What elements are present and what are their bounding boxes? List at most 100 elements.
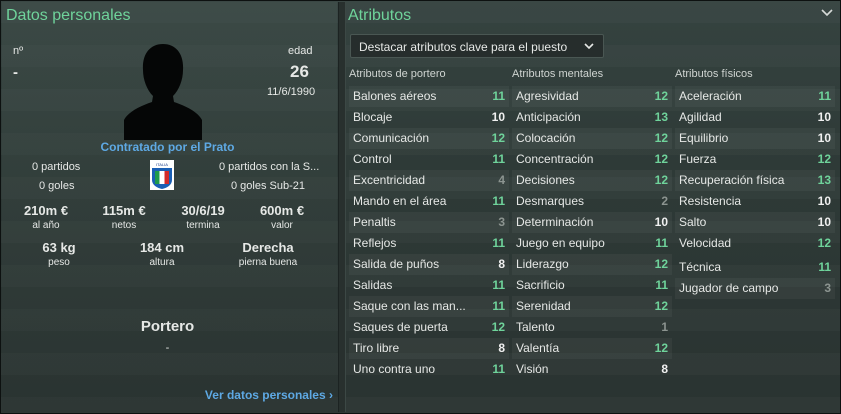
attribute-value: 12 [491,320,505,334]
attribute-value: 12 [654,152,668,166]
attribute-row[interactable]: Tiro libre 8 [349,338,509,359]
attribute-row[interactable]: Control 11 [349,149,509,170]
attribute-value: 12 [654,173,668,187]
attribute-value: 11 [492,236,505,250]
contract-link[interactable]: Contratado por el Prato [0,140,335,154]
attribute-name: Mando en el área [353,194,447,208]
attribute-row[interactable]: Liderazgo 12 [512,254,672,275]
net-salary-stat: 115m € netos [102,203,146,231]
age-value: 26 [290,62,309,81]
player-position: Portero [140,318,195,335]
attribute-row[interactable]: Colocación 12 [512,128,672,149]
chevron-down-icon [584,43,594,50]
attribute-name: Salto [679,215,707,229]
attribute-value: 4 [498,173,505,187]
attribute-row[interactable]: Agresividad 12 [512,86,672,107]
attribute-row[interactable]: Serenidad 12 [512,296,672,317]
attribute-row[interactable]: Penaltis 3 [349,212,509,233]
attribute-name: Agilidad [679,110,722,124]
attribute-row[interactable]: Recuperación física 13 [675,170,835,191]
attribute-row[interactable]: Desmarques 2 [512,191,672,212]
attribute-value: 11 [492,278,505,292]
attribute-row[interactable]: Decisiones 12 [512,170,672,191]
attribute-name: Juego en equipo [516,236,605,250]
highlight-attributes-dropdown[interactable]: Destacar atributos clave para el puesto [350,34,604,58]
attribute-row[interactable]: Aceleración 11 [675,86,835,107]
attribute-row[interactable]: Visión 8 [512,359,672,380]
attribute-value: 11 [818,260,831,274]
attribute-value: 11 [492,194,505,208]
attribute-value: 12 [654,131,668,145]
attribute-row[interactable]: Reflejos 11 [349,233,509,254]
attribute-row[interactable]: Técnica 11 [675,257,835,278]
attribute-name: Anticipación [516,110,581,124]
attribute-name: Aceleración [679,89,742,103]
attribute-row[interactable]: Anticipación 13 [512,107,672,128]
attribute-value: 13 [817,173,831,187]
collapse-chevron-icon[interactable] [821,8,833,18]
position-subtitle: - [165,342,170,354]
attribute-name: Técnica [679,260,722,274]
attribute-row[interactable]: Uno contra uno 11 [349,359,509,380]
attribute-row[interactable]: Saque con las man... 11 [349,296,509,317]
number-value: - [13,64,18,81]
attribute-value: 10 [817,215,831,229]
attribute-row[interactable]: Salidas 11 [349,275,509,296]
attribute-row[interactable]: Valentía 12 [512,338,672,359]
attribute-row[interactable]: Juego en equipo 11 [512,233,672,254]
view-personal-data-link[interactable]: Ver datos personales › [205,388,333,402]
panel-divider [338,2,346,412]
attribute-value: 10 [491,110,505,124]
personal-data-title: Datos personales [6,7,131,24]
attribute-name: Visión [516,362,549,376]
attribute-value: 12 [491,131,505,145]
attribute-value: 10 [817,110,831,124]
attribute-row[interactable]: Determinación 10 [512,212,672,233]
attribute-name: Recuperación física [679,173,785,187]
mental-attributes-list: Agresividad 12 Anticipación 13 Colocación 12 C… [512,86,672,380]
attribute-value: 8 [498,341,505,355]
attribute-name: Colocación [516,131,576,145]
chevron-right-icon: › [329,388,333,402]
attribute-value: 11 [655,236,668,250]
attribute-row[interactable]: Blocaje 10 [349,107,509,128]
attribute-name: Valentía [516,341,560,355]
national-matches: 0 partidos con la S... [219,161,320,173]
attribute-name: Salidas [353,278,393,292]
attribute-name: Blocaje [353,110,393,124]
attribute-name: Desmarques [516,194,585,208]
attribute-row[interactable]: Velocidad 12 [675,233,835,254]
attribute-row[interactable]: Salida de puños 8 [349,254,509,275]
attribute-name: Liderazgo [516,257,569,271]
attribute-name: Equilibrio [679,131,729,145]
attribute-name: Uno contra uno [353,362,436,376]
goalkeeper-attributes-list: Balones aéreos 11 Blocaje 10 Comunicación 12 C… [349,86,509,380]
attribute-value: 10 [817,131,831,145]
attribute-value: 1 [661,320,668,334]
attribute-row[interactable]: Concentración 12 [512,149,672,170]
attribute-row[interactable]: Saques de puerta 12 [349,317,509,338]
attribute-row[interactable]: Balones aéreos 11 [349,86,509,107]
extra-attributes-list: Técnica 11 Jugador de campo 3 [675,257,835,299]
attribute-row[interactable]: Excentricidad 4 [349,170,509,191]
attributes-title: Atributos [348,7,412,24]
attribute-row[interactable]: Talento 1 [512,317,672,338]
attribute-name: Determinación [516,215,594,229]
attribute-row[interactable]: Sacrificio 11 [512,275,672,296]
attribute-row[interactable]: Salto 10 [675,212,835,233]
attribute-value: 11 [492,89,505,103]
attribute-name: Penaltis [353,215,396,229]
svg-text:ITALIA: ITALIA [156,162,168,167]
attribute-row[interactable]: Mando en el área 11 [349,191,509,212]
national-goals: 0 goles Sub-21 [231,180,305,192]
attribute-name: Jugador de campo [679,281,779,295]
attribute-name: Concentración [516,152,594,166]
attribute-row[interactable]: Equilibrio 10 [675,128,835,149]
attribute-row[interactable]: Fuerza 12 [675,149,835,170]
attribute-value: 12 [817,152,831,166]
attribute-value: 12 [654,89,668,103]
attribute-row[interactable]: Comunicación 12 [349,128,509,149]
attribute-row[interactable]: Jugador de campo 3 [675,278,835,299]
attribute-row[interactable]: Resistencia 10 [675,191,835,212]
attribute-row[interactable]: Agilidad 10 [675,107,835,128]
